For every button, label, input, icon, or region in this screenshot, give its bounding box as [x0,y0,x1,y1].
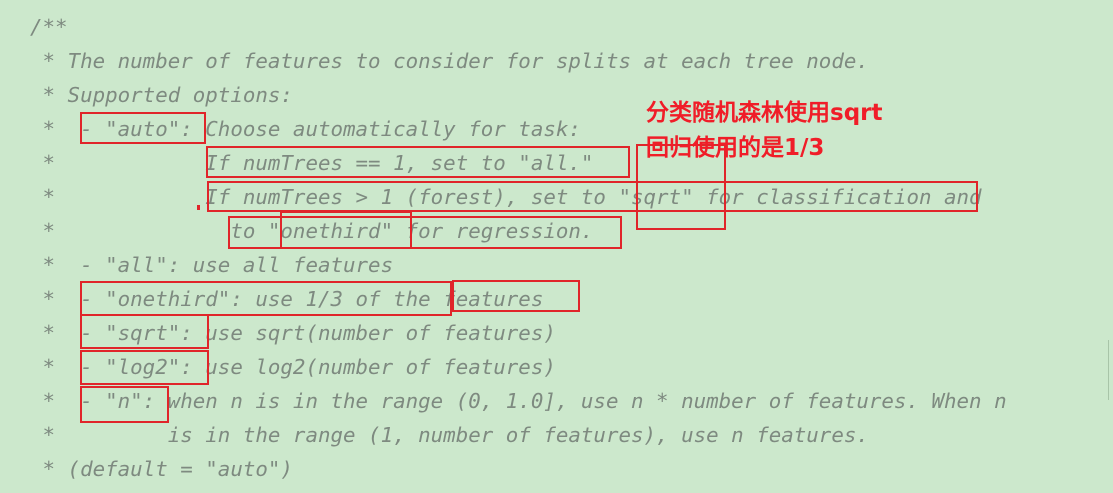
code-line-14: * (default = "auto") [30,457,293,481]
code-line-12: * - "n": when n is in the range (0, 1.0]… [30,389,1007,413]
highlight-onethird-value [280,211,412,249]
text-caret [197,205,200,210]
highlight-sqrt-option [80,314,209,349]
code-line-1: /** [30,15,68,39]
highlight-onethird-option [80,281,452,316]
code-line-3: * Supported options: [30,83,293,107]
highlight-log2-option [80,350,209,385]
highlight-auto-option [80,112,206,144]
code-line-2: * The number of features to consider for… [30,49,869,73]
code-line-8: * - "all": use all features [30,253,394,277]
code-editor[interactable]: /** * The number of features to consider… [0,0,1113,493]
code-line-13: * is in the range (1, number of features… [30,423,869,447]
scrollbar[interactable] [1108,340,1113,400]
highlight-forest-rule [207,181,978,212]
highlight-features-word [452,280,580,312]
highlight-single-tree-rule [206,146,630,178]
annotation-classification: 分类随机森林使用sqrt [646,100,883,126]
annotation-regression: 回归使用的是1/3 [646,135,825,161]
highlight-n-option [80,386,169,423]
